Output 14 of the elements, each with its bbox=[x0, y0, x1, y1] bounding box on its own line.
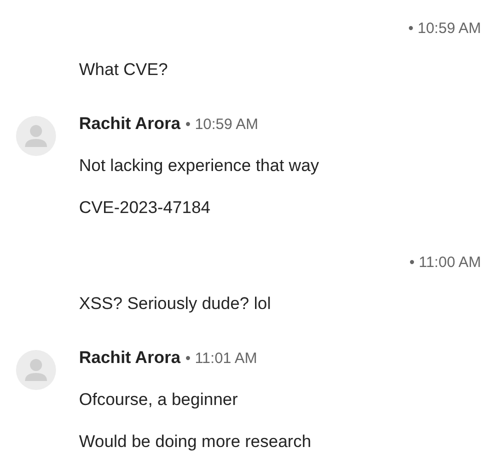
message-time: • 10:59 AM bbox=[185, 116, 258, 132]
message-text: CVE-2023-47184 bbox=[79, 198, 210, 218]
message-text: Ofcourse, a beginner bbox=[79, 390, 238, 410]
avatar-icon bbox=[16, 350, 56, 390]
avatar-icon bbox=[16, 116, 56, 156]
sender-name: Rachit Arora bbox=[79, 114, 180, 134]
message-time: • 11:01 AM bbox=[185, 350, 258, 366]
message-text: Would be doing more research bbox=[79, 432, 312, 452]
message-text: What CVE? bbox=[79, 60, 168, 80]
sender-name: Rachit Arora bbox=[79, 348, 180, 368]
message-time: • 11:00 AM bbox=[409, 254, 481, 270]
message-time: • 10:59 AM bbox=[408, 20, 481, 36]
message-text: Not lacking experience that way bbox=[79, 156, 320, 176]
message-text: XSS? Seriously dude? lol bbox=[79, 294, 271, 314]
